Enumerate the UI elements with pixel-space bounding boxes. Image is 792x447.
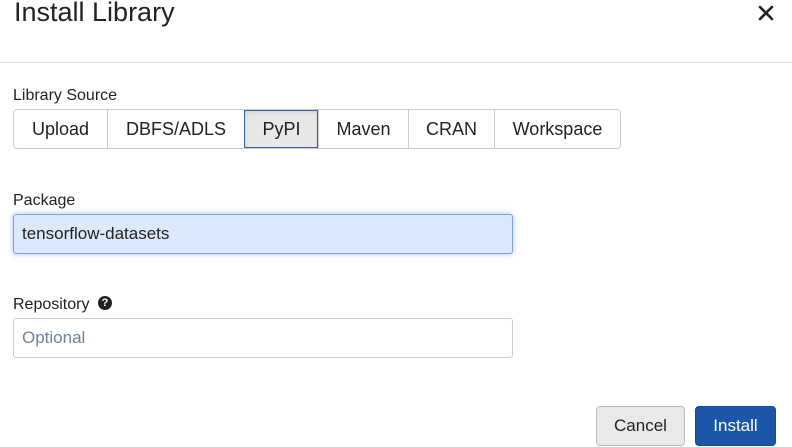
library-source-label: Library Source <box>13 87 118 104</box>
package-input[interactable] <box>13 214 513 254</box>
dialog-title: Install Library <box>14 0 175 27</box>
source-option-maven[interactable]: Maven <box>318 110 408 148</box>
source-option-pypi[interactable]: PyPI <box>244 110 318 148</box>
library-source-selector: Upload DBFS/ADLS PyPI Maven CRAN Workspa… <box>13 109 621 149</box>
dialog-header: Install Library <box>0 0 792 63</box>
repository-input[interactable] <box>13 318 513 358</box>
repository-label-text: Repository <box>13 296 90 313</box>
source-option-upload[interactable]: Upload <box>14 110 107 148</box>
repository-label: Repository ? <box>13 295 112 315</box>
close-button[interactable] <box>752 0 780 26</box>
question-circle-icon[interactable]: ? <box>97 295 112 310</box>
source-option-cran[interactable]: CRAN <box>408 110 494 148</box>
install-button[interactable]: Install <box>695 406 776 446</box>
cancel-button[interactable]: Cancel <box>596 406 685 446</box>
package-label: Package <box>13 192 76 209</box>
source-option-workspace[interactable]: Workspace <box>494 110 620 148</box>
install-library-dialog: Install Library Library Source Upload DB… <box>0 0 792 447</box>
source-option-dbfs-adls[interactable]: DBFS/ADLS <box>107 110 244 148</box>
close-icon <box>758 5 774 21</box>
